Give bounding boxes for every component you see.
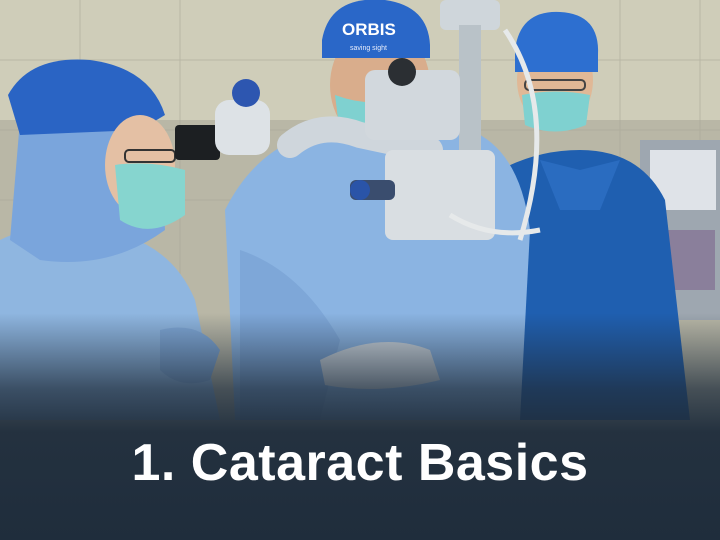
lesson-title: 1. Cataract Basics	[131, 434, 589, 492]
lesson-card[interactable]: ORBIS saving sight 1. Cataract Basics	[0, 0, 720, 540]
